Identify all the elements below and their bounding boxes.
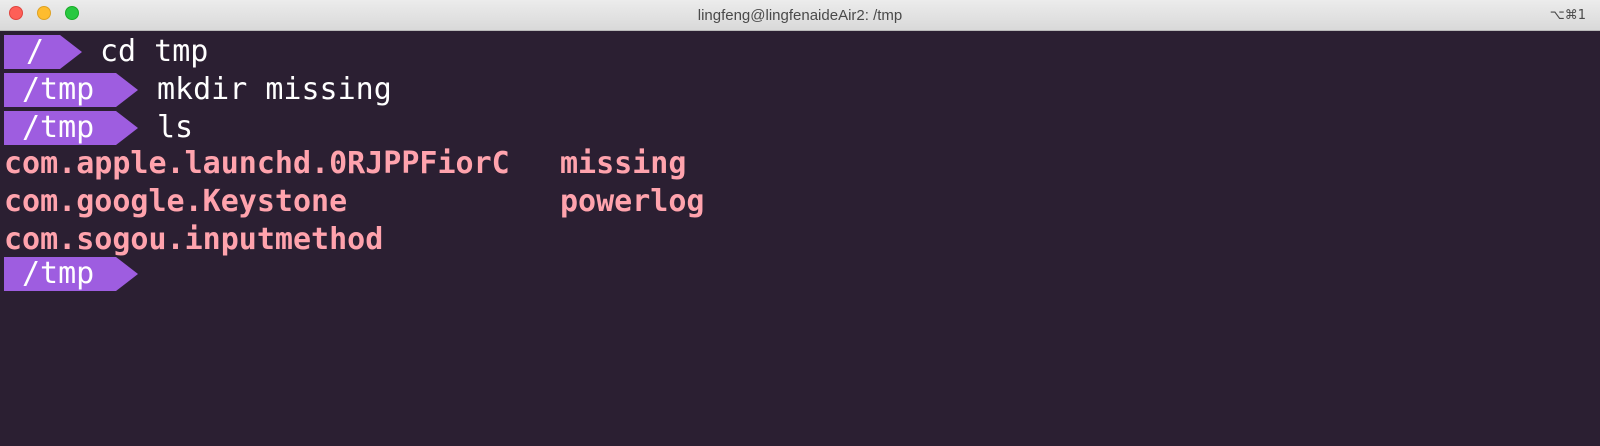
window-shortcut-label: ⌥⌘1 bbox=[1549, 8, 1586, 23]
scrollbar[interactable] bbox=[1568, 31, 1600, 446]
terminal-content[interactable]: / cd tmp /tmp mkdir missing /tmp ls com.… bbox=[0, 31, 1568, 446]
title-bar[interactable]: lingfeng@lingfenaideAir2: /tmp ⌥⌘1 bbox=[0, 0, 1600, 31]
ls-output-entry: missing bbox=[560, 146, 687, 181]
prompt-directory: /tmp bbox=[22, 256, 95, 291]
ls-output-entry: powerlog bbox=[560, 184, 705, 219]
window-title: lingfeng@lingfenaideAir2: /tmp bbox=[697, 7, 903, 24]
command-text: ls bbox=[157, 110, 194, 145]
prompt-directory: / bbox=[26, 34, 45, 69]
command-line: /tmp ls bbox=[4, 111, 1564, 149]
command-line: /tmp mkdir missing bbox=[4, 73, 1564, 111]
prompt-segment: / bbox=[4, 35, 82, 69]
prompt-segment: /tmp bbox=[4, 111, 138, 145]
terminal-window: lingfeng@lingfenaideAir2: /tmp ⌥⌘1 / cd … bbox=[0, 0, 1600, 446]
prompt-directory: /tmp bbox=[22, 72, 95, 107]
command-line: / cd tmp bbox=[4, 35, 1564, 73]
prompt-segment: /tmp bbox=[4, 73, 138, 107]
command-text: cd tmp bbox=[100, 34, 209, 69]
ls-output-entry: com.apple.launchd.0RJPPFiorC bbox=[4, 146, 510, 181]
prompt-directory: /tmp bbox=[22, 110, 95, 145]
prompt-segment: /tmp bbox=[4, 257, 138, 291]
command-text: mkdir missing bbox=[157, 72, 392, 107]
current-prompt-line: /tmp bbox=[4, 257, 1564, 295]
ls-output-entry: com.google.Keystone bbox=[4, 184, 348, 219]
ls-output-entry: com.sogou.inputmethod bbox=[4, 222, 384, 257]
